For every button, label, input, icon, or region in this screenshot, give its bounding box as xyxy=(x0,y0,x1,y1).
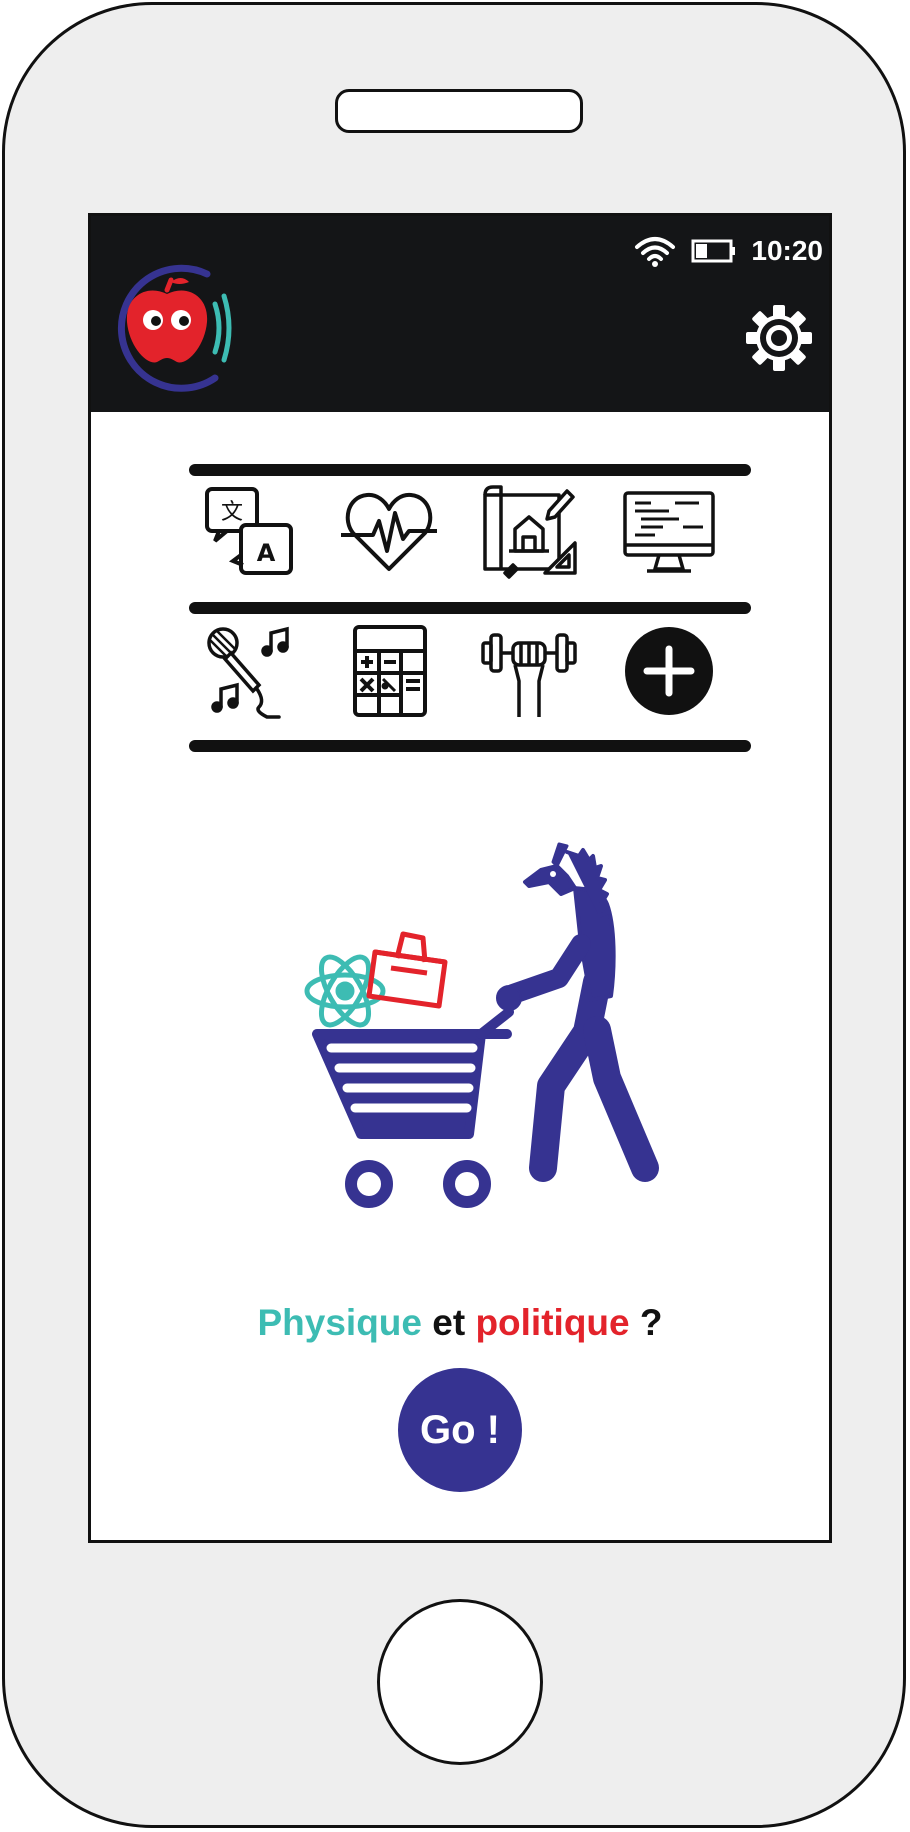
architecture-blueprint-icon xyxy=(483,485,577,579)
computer-code-icon xyxy=(623,491,715,573)
status-time: 10:20 xyxy=(751,235,823,266)
category-sport[interactable] xyxy=(474,616,584,726)
svg-text:A: A xyxy=(257,539,276,567)
home-button[interactable] xyxy=(377,1599,543,1765)
status-bar: 10:20 xyxy=(633,234,823,268)
ballot-box-icon xyxy=(366,931,448,1009)
wifi-icon xyxy=(635,237,676,267)
dumbbell-fitness-icon xyxy=(481,633,577,717)
svg-text:文: 文 xyxy=(221,500,243,525)
divider xyxy=(189,464,751,476)
question-connector: et xyxy=(432,1302,466,1343)
battery-icon xyxy=(691,239,736,263)
shopping-cart xyxy=(312,1007,514,1208)
add-plus-icon xyxy=(625,627,713,715)
microphone-music-icon xyxy=(207,626,289,719)
category-architecture[interactable] xyxy=(474,476,584,586)
phone-speaker xyxy=(335,89,583,133)
category-coding[interactable] xyxy=(614,476,724,586)
category-math[interactable] xyxy=(334,616,444,726)
translate-icon: 文 A xyxy=(205,487,293,575)
category-translate[interactable]: 文 A xyxy=(194,476,304,586)
apple-logo-icon xyxy=(117,264,232,392)
question-subject-1: Physique xyxy=(257,1302,422,1343)
category-music[interactable] xyxy=(194,616,304,726)
question-subject-2: politique xyxy=(475,1302,630,1343)
question-mark: ? xyxy=(639,1302,663,1343)
go-button[interactable]: Go ! xyxy=(398,1368,522,1492)
gear-icon[interactable] xyxy=(745,304,813,372)
divider xyxy=(189,602,751,614)
divider xyxy=(189,740,751,752)
phone-frame: 10:20 文 A Physique et politique ? Go ! xyxy=(2,2,906,1828)
heartbeat-icon xyxy=(341,492,437,571)
calculator-icon xyxy=(353,625,427,717)
app-header: 10:20 xyxy=(91,216,829,412)
phone-screen: 10:20 文 A Physique et politique ? Go ! xyxy=(88,213,832,1543)
unicorn-cart-illustration xyxy=(304,842,659,1208)
question-text: Physique et politique ? xyxy=(91,1302,829,1344)
add-category-button[interactable] xyxy=(614,616,724,726)
unicorn xyxy=(496,842,659,1182)
category-health[interactable] xyxy=(334,476,444,586)
